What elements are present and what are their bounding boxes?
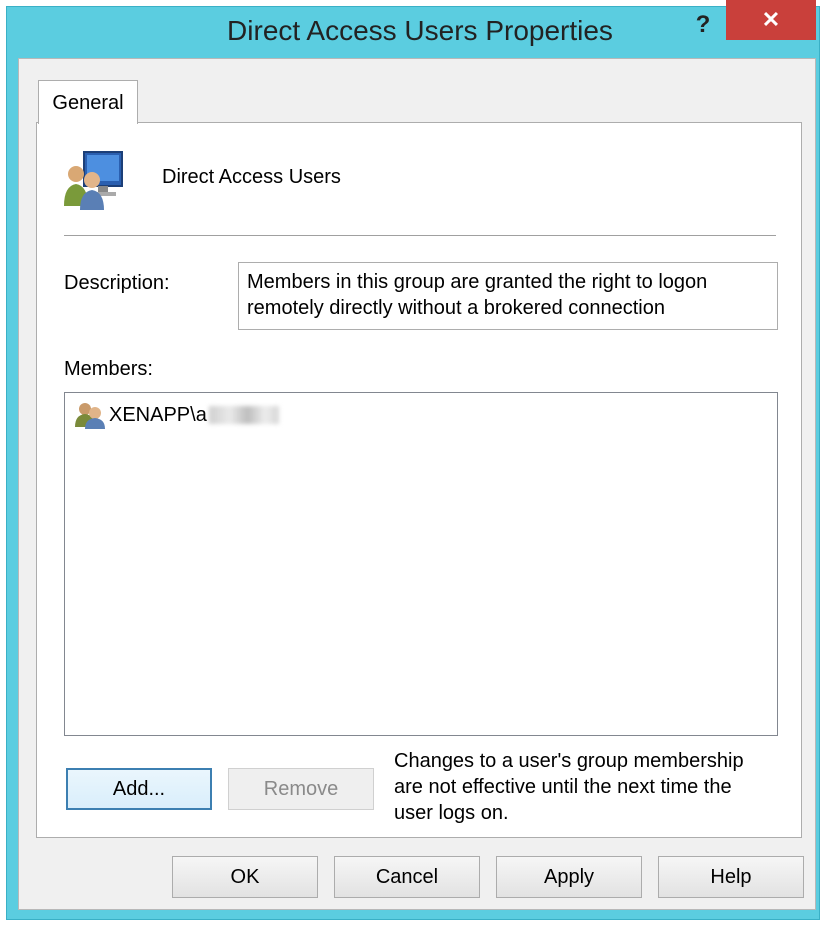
tab-general[interactable]: General [38,80,138,124]
description-label: Description: [64,272,170,294]
help-button[interactable]: Help [658,856,804,898]
separator [64,235,776,236]
user-group-icon [75,403,105,429]
list-item[interactable]: XENAPP\a [75,401,279,429]
group-icon [64,151,123,210]
cancel-button[interactable]: Cancel [334,856,480,898]
membership-note: Changes to a user's group membership are… [394,750,744,824]
members-list[interactable]: XENAPP\a [64,392,778,736]
add-button[interactable]: Add... [66,768,212,810]
help-icon[interactable]: ? [680,4,726,46]
apply-button[interactable]: Apply [496,856,642,898]
description-field[interactable]: Members in this group are granted the ri… [238,262,778,330]
remove-button[interactable]: Remove [228,768,374,810]
members-label: Members: [64,358,153,380]
group-name: Direct Access Users [162,166,341,188]
close-button[interactable]: ✕ [726,0,816,40]
member-name: XENAPP\a [109,403,207,426]
redacted-text [208,406,279,424]
ok-button[interactable]: OK [172,856,318,898]
